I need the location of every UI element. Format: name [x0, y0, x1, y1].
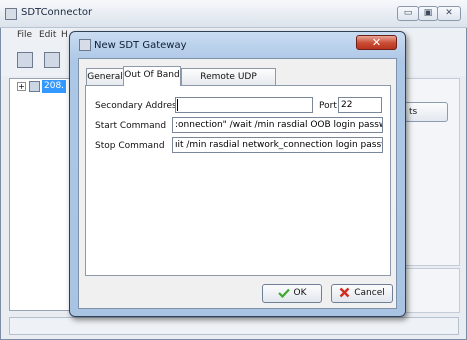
stop-command-input[interactable]: ıit /min rasdial network_connection logi…: [172, 137, 383, 153]
start-command-label: Start Command: [95, 121, 167, 131]
secondary-address-input[interactable]: [175, 97, 313, 113]
close-icon[interactable]: ✕: [437, 6, 461, 21]
dialog-title: New SDT Gateway: [94, 40, 187, 51]
checkmark-icon: [277, 288, 290, 298]
stop-command-label: Stop Command: [95, 141, 165, 151]
info-panel: [404, 268, 460, 313]
tab-general[interactable]: General: [86, 68, 124, 85]
main-window-title: SDTConnector: [21, 7, 93, 18]
text-cursor: [177, 99, 178, 111]
ok-label: OK: [293, 288, 307, 298]
gateway-icon[interactable]: [17, 52, 33, 68]
tab-out-of-band[interactable]: Out Of Band: [123, 66, 181, 86]
port-input[interactable]: 22: [338, 97, 382, 113]
red-x-icon: [339, 287, 350, 298]
out-of-band-panel: [85, 85, 391, 276]
computer-icon[interactable]: [44, 52, 60, 68]
start-command-input[interactable]: :onnection" /wait /min rasdial OOB login…: [172, 117, 383, 133]
tree-node-label[interactable]: 208.: [42, 80, 67, 93]
menu-file[interactable]: File: [17, 30, 32, 40]
tree-expander-icon[interactable]: +: [17, 82, 26, 91]
cancel-label: Cancel: [354, 288, 385, 298]
port-label: Port: [319, 101, 337, 111]
app-window-icon: [5, 8, 17, 20]
menu-help[interactable]: H: [61, 30, 68, 40]
secondary-address-label: Secondary Address: [95, 101, 182, 111]
ok-button[interactable]: OK: [262, 284, 322, 303]
tab-remote-udp-gateway[interactable]: Remote UDP Gateway: [181, 68, 276, 98]
status-bar: [9, 317, 459, 335]
gateway-dialog-icon: [79, 39, 91, 51]
background-button[interactable]: ts: [404, 102, 448, 122]
dialog-close-icon[interactable]: ✕: [356, 35, 397, 50]
cancel-button[interactable]: Cancel: [331, 284, 393, 303]
menu-edit[interactable]: Edit: [39, 30, 56, 40]
minimize-icon[interactable]: ▭: [397, 6, 419, 21]
maximize-icon[interactable]: ▣: [418, 6, 438, 21]
gateway-tree[interactable]: [9, 78, 73, 311]
network-node-icon: [29, 81, 40, 92]
